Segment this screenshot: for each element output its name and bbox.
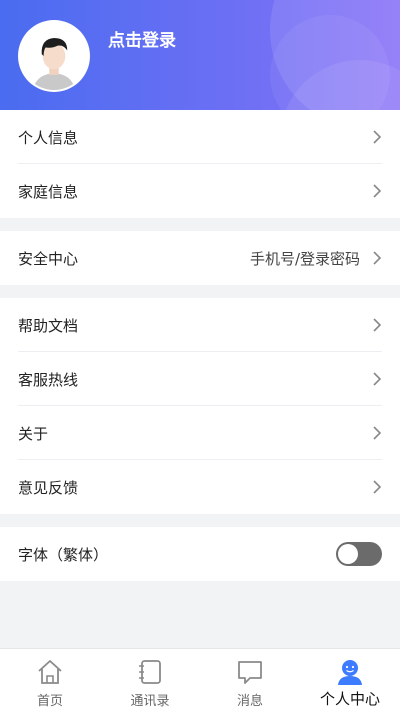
menu-item-label: 帮助文档 (18, 316, 79, 335)
login-link[interactable]: 点击登录 (108, 26, 176, 51)
message-icon (238, 661, 262, 684)
chevron-right-icon (373, 372, 382, 386)
security-value: 手机号/登录密码 (249, 249, 360, 268)
menu-item-label: 家庭信息 (18, 182, 79, 201)
tab-contacts[interactable]: 通讯录 (100, 649, 200, 711)
menu-item-personal-info[interactable]: 个人信息 (0, 110, 400, 164)
menu-item-traditional-font: 字体（繁体） (0, 527, 400, 581)
menu-item-family-info[interactable]: 家庭信息 (0, 164, 400, 218)
menu-item-label: 安全中心 (18, 249, 79, 268)
chevron-right-icon (373, 130, 382, 144)
tab-profile[interactable]: 个人中心 (300, 649, 400, 711)
profile-header: 点击登录 (0, 0, 400, 110)
chevron-right-icon (373, 480, 382, 494)
chevron-right-icon (373, 426, 382, 440)
security-group: 安全中心 手机号/登录密码 (0, 231, 400, 285)
font-group: 字体（繁体） (0, 527, 400, 581)
tab-label: 通讯录 (130, 694, 170, 709)
contacts-icon (139, 660, 161, 684)
avatar-icon (20, 22, 88, 90)
tab-label: 消息 (236, 694, 263, 709)
menu-item-label: 关于 (18, 424, 49, 443)
menu-item-help-docs[interactable]: 帮助文档 (0, 298, 400, 352)
profile-icon (338, 660, 362, 685)
info-group: 个人信息 家庭信息 (0, 110, 400, 218)
menu-item-label: 意见反馈 (18, 478, 79, 497)
menu-item-about[interactable]: 关于 (0, 406, 400, 460)
chevron-right-icon (373, 184, 382, 198)
tab-home[interactable]: 首页 (0, 649, 100, 711)
support-group: 帮助文档 客服热线 关于 意见反馈 (0, 298, 400, 514)
menu-item-label: 字体（繁体） (18, 545, 109, 564)
bottom-tab-bar: 首页 通讯录 消息 个人中心 (0, 648, 400, 711)
menu-item-service-hotline[interactable]: 客服热线 (0, 352, 400, 406)
traditional-font-toggle[interactable] (336, 542, 382, 566)
menu-item-security-center[interactable]: 安全中心 手机号/登录密码 (0, 231, 400, 285)
menu-item-label: 个人信息 (18, 128, 79, 147)
tab-label: 首页 (36, 694, 63, 709)
tab-label: 个人中心 (319, 690, 380, 708)
avatar[interactable] (18, 20, 90, 92)
menu-item-label: 客服热线 (18, 370, 79, 389)
tab-messages[interactable]: 消息 (200, 649, 300, 711)
menu-item-feedback[interactable]: 意见反馈 (0, 460, 400, 514)
chevron-right-icon (373, 318, 382, 332)
chevron-right-icon (373, 251, 382, 265)
toggle-knob (338, 544, 358, 564)
home-icon (38, 660, 62, 684)
